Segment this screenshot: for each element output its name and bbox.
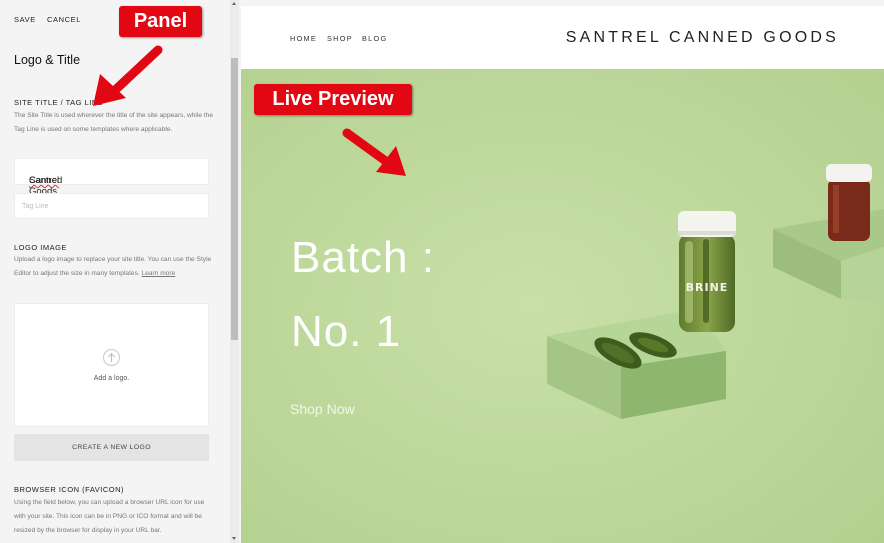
jar-label-text: BRINE	[686, 281, 729, 294]
learn-more-link[interactable]: Learn more	[142, 270, 176, 277]
add-logo-label: Add a logo.	[93, 375, 130, 382]
scroll-down-arrow-icon[interactable]	[232, 537, 236, 540]
nav-shop-link[interactable]: SHOP	[327, 34, 353, 43]
hero-heading-line1: Batch :	[291, 233, 435, 282]
site-title-input[interactable]: Santrel Canned Goods	[14, 158, 209, 197]
tagline-input[interactable]: Tag Line	[14, 193, 209, 219]
panel-scrollbar[interactable]	[230, 0, 239, 543]
scroll-up-arrow-icon[interactable]	[232, 2, 236, 5]
brine-jar: BRINE	[678, 211, 736, 332]
logo-image-section-title: LOGO IMAGE	[14, 243, 67, 252]
shop-now-button[interactable]: Shop Now	[290, 401, 355, 417]
hero-banner: BRINE Batch : No. 1 Shop Now	[241, 69, 884, 543]
back-jar	[826, 164, 872, 241]
scroll-thumb[interactable]	[231, 58, 238, 340]
nav-home-link[interactable]: HOME	[290, 34, 317, 43]
save-button[interactable]: SAVE	[14, 15, 36, 24]
logo-upload-area[interactable]: Add a logo.	[14, 303, 209, 427]
logo-description-text: Upload a logo image to replace your site…	[14, 256, 212, 277]
logo-image-description: Upload a logo image to replace your site…	[14, 253, 214, 281]
favicon-section-title: BROWSER ICON (FAVICON)	[14, 485, 125, 494]
hero-product-image: BRINE	[241, 69, 884, 543]
panel-annotation-label: Panel	[119, 6, 202, 37]
site-title[interactable]: SANTREL CANNED GOODS	[566, 29, 839, 47]
nav-blog-link[interactable]: BLOG	[362, 34, 387, 43]
favicon-description: Using the field below, you can upload a …	[14, 499, 205, 534]
site-header: HOME SHOP BLOG SANTREL CANNED GOODS	[241, 6, 884, 69]
upload-arrow-icon	[103, 349, 120, 366]
site-title-description: The Site Title is used wherever the titl…	[14, 112, 214, 133]
site-title-section-title: SITE TITLE / TAG LINE	[14, 98, 104, 107]
cancel-button[interactable]: CANCEL	[47, 15, 81, 24]
create-new-logo-button[interactable]: CREATE A NEW LOGO	[14, 434, 209, 461]
panel-heading: Logo & Title	[14, 53, 81, 67]
hero-heading-line2: No. 1	[291, 307, 402, 356]
live-preview-annotation-label: Live Preview	[254, 84, 412, 115]
tagline-placeholder: Tag Line	[22, 203, 49, 210]
settings-panel: SAVE CANCEL Logo & Title SITE TITLE / TA…	[0, 0, 230, 543]
